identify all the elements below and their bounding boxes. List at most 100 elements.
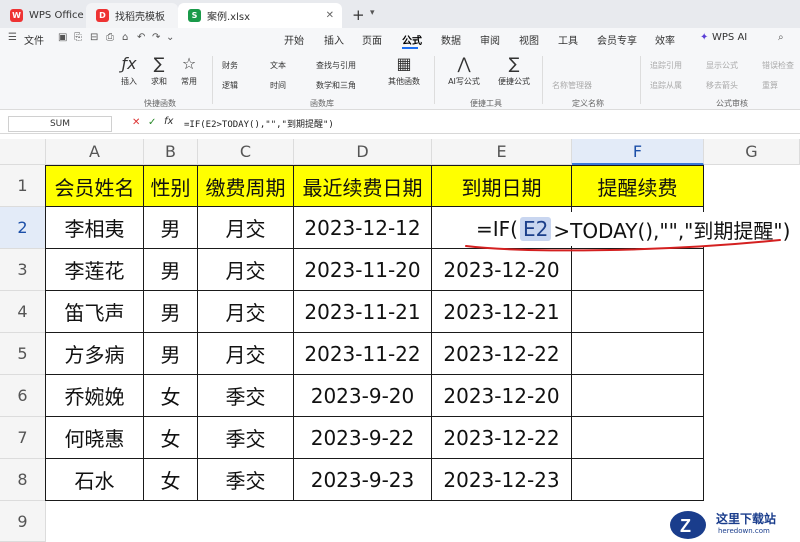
table-cell[interactable]: 2023-9-23 bbox=[294, 459, 432, 501]
show-formulas-button[interactable]: 显示公式 bbox=[706, 60, 738, 71]
logic-button[interactable]: 逻辑 bbox=[222, 80, 238, 91]
table-cell[interactable] bbox=[572, 249, 704, 291]
cancel-icon[interactable]: ✕ bbox=[132, 117, 140, 128]
column-header-e[interactable]: E bbox=[432, 139, 572, 165]
recalc-button[interactable]: 重算 bbox=[762, 80, 778, 91]
table-cell[interactable]: 女 bbox=[144, 459, 198, 501]
export-icon[interactable]: ⎘ bbox=[74, 32, 82, 43]
table-cell[interactable]: 2023-12-20 bbox=[432, 249, 572, 291]
column-header-d[interactable]: D bbox=[294, 139, 432, 165]
redo-icon[interactable]: ↷ bbox=[152, 32, 160, 43]
column-header-b[interactable]: B bbox=[144, 139, 198, 165]
column-header-a[interactable]: A bbox=[46, 139, 144, 165]
row-header[interactable]: 9 bbox=[0, 501, 46, 542]
table-cell[interactable]: 男 bbox=[144, 207, 198, 249]
menu-efficiency[interactable]: 效率 bbox=[655, 32, 675, 47]
menu-wps-ai[interactable]: WPS AI bbox=[712, 32, 747, 43]
menu-home[interactable]: 开始 bbox=[284, 32, 304, 47]
table-cell[interactable]: 季交 bbox=[198, 417, 294, 459]
table-cell[interactable]: 何晓惠 bbox=[46, 417, 144, 459]
table-cell[interactable]: 月交 bbox=[198, 291, 294, 333]
table-cell[interactable]: 2023-12-23 bbox=[432, 459, 572, 501]
menu-file[interactable]: 文件 bbox=[24, 32, 44, 47]
table-cell[interactable]: 方多病 bbox=[46, 333, 144, 375]
chevron-down-icon[interactable]: ⌄ bbox=[166, 32, 174, 43]
table-cell[interactable] bbox=[572, 375, 704, 417]
menu-icon[interactable]: ☰ bbox=[8, 32, 17, 43]
formula-input[interactable]: =IF(E2>TODAY(),"","到期提醒") bbox=[184, 117, 334, 130]
new-tab-icon[interactable]: + bbox=[352, 6, 365, 24]
fx-icon[interactable]: fx bbox=[164, 116, 173, 127]
table-cell[interactable]: 李莲花 bbox=[46, 249, 144, 291]
chevron-down-icon[interactable]: ▾ bbox=[370, 8, 375, 18]
table-cell[interactable]: 笛飞声 bbox=[46, 291, 144, 333]
table-cell[interactable]: 季交 bbox=[198, 375, 294, 417]
trace-dependents-button[interactable]: 追踪从属 bbox=[650, 80, 682, 91]
error-check-button[interactable]: 错误检查 bbox=[762, 60, 794, 71]
other-functions-button[interactable]: ▦ 其他函数 bbox=[382, 54, 426, 87]
row-header[interactable]: 2 bbox=[0, 207, 46, 249]
table-cell[interactable] bbox=[572, 459, 704, 501]
remove-arrows-button[interactable]: 移去箭头 bbox=[706, 80, 738, 91]
tab-wps-office[interactable]: W WPS Office bbox=[0, 3, 86, 28]
table-cell[interactable]: 2023-12-12 bbox=[294, 207, 432, 249]
menu-insert[interactable]: 插入 bbox=[324, 32, 344, 47]
table-cell[interactable]: 2023-11-21 bbox=[294, 291, 432, 333]
table-cell[interactable] bbox=[572, 417, 704, 459]
table-cell[interactable]: 2023-12-22 bbox=[432, 417, 572, 459]
print-icon[interactable]: ⎙ bbox=[106, 32, 114, 43]
menu-view[interactable]: 视图 bbox=[519, 32, 539, 47]
table-cell[interactable]: 2023-12-21 bbox=[432, 291, 572, 333]
row-header[interactable]: 4 bbox=[0, 291, 46, 333]
save-icon[interactable]: ▣ bbox=[58, 32, 67, 43]
table-header-cell[interactable]: 会员姓名 bbox=[46, 166, 144, 207]
menu-formula[interactable]: 公式 bbox=[402, 32, 422, 47]
name-box[interactable]: SUM bbox=[8, 116, 112, 132]
table-cell[interactable] bbox=[572, 291, 704, 333]
text-function-button[interactable]: 文本 bbox=[270, 60, 286, 71]
undo-icon[interactable]: ↶ bbox=[137, 32, 145, 43]
table-cell[interactable]: 女 bbox=[144, 375, 198, 417]
row-header[interactable]: 5 bbox=[0, 333, 46, 375]
row-header[interactable]: 1 bbox=[0, 165, 46, 207]
print-preview-icon[interactable]: ⊟ bbox=[90, 32, 98, 43]
table-cell[interactable]: 季交 bbox=[198, 459, 294, 501]
ai-formula-button[interactable]: ⋀ AI写公式 bbox=[444, 54, 484, 87]
table-cell[interactable]: 2023-11-20 bbox=[294, 249, 432, 291]
tab-file[interactable]: S 案例.xlsx ✕ bbox=[178, 3, 342, 28]
table-cell[interactable]: 2023-12-20 bbox=[432, 375, 572, 417]
name-manager-button[interactable]: 名称管理器 bbox=[552, 80, 592, 91]
menu-data[interactable]: 数据 bbox=[441, 32, 461, 47]
table-cell[interactable]: 月交 bbox=[198, 249, 294, 291]
table-cell[interactable]: 男 bbox=[144, 249, 198, 291]
select-all-corner[interactable] bbox=[0, 139, 46, 165]
table-cell[interactable]: 2023-12-22 bbox=[432, 333, 572, 375]
table-cell[interactable]: 李相夷 bbox=[46, 207, 144, 249]
table-cell[interactable]: 男 bbox=[144, 333, 198, 375]
row-header[interactable]: 7 bbox=[0, 417, 46, 459]
math-button[interactable]: 数学和三角 bbox=[316, 80, 356, 91]
table-header-cell[interactable]: 提醒续费 bbox=[572, 166, 704, 207]
close-icon[interactable]: ✕ bbox=[326, 10, 334, 21]
lookup-button[interactable]: 查找与引用 bbox=[316, 60, 356, 71]
table-header-cell[interactable]: 性别 bbox=[144, 166, 198, 207]
table-header-cell[interactable]: 缴费周期 bbox=[198, 166, 294, 207]
table-header-cell[interactable]: 最近续费日期 bbox=[294, 166, 432, 207]
search-icon[interactable]: ⌕ bbox=[778, 32, 784, 43]
table-cell[interactable] bbox=[572, 333, 704, 375]
tab-template[interactable]: D 找稻壳模板 bbox=[86, 3, 178, 28]
menu-review[interactable]: 审阅 bbox=[480, 32, 500, 47]
finance-button[interactable]: 财务 bbox=[222, 60, 238, 71]
table-cell[interactable]: 月交 bbox=[198, 207, 294, 249]
row-header[interactable]: 6 bbox=[0, 375, 46, 417]
quick-formula-button[interactable]: ∑ 便捷公式 bbox=[494, 54, 534, 87]
table-cell[interactable]: 男 bbox=[144, 291, 198, 333]
table-cell[interactable]: 女 bbox=[144, 417, 198, 459]
table-cell[interactable]: 2023-9-20 bbox=[294, 375, 432, 417]
common-functions-button[interactable]: ☆ 常用 bbox=[174, 54, 204, 87]
menu-page[interactable]: 页面 bbox=[362, 32, 382, 47]
trace-precedents-button[interactable]: 追踪引用 bbox=[650, 60, 682, 71]
sum-button[interactable]: ∑ 求和 bbox=[144, 54, 174, 87]
time-button[interactable]: 时间 bbox=[270, 80, 286, 91]
row-header[interactable]: 8 bbox=[0, 459, 46, 501]
